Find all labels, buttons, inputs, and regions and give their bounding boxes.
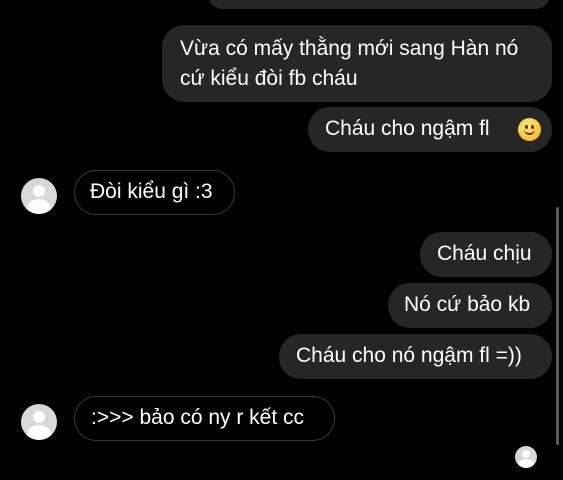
message-text: Cháu cho ngậm fl: [325, 117, 490, 140]
seen-avatar-icon: [515, 446, 537, 468]
message-text: Nó cứ bảo kb: [404, 293, 531, 316]
previous-message-bubble[interactable]: [208, 0, 550, 9]
default-avatar-icon: [33, 185, 45, 197]
message-bubble-outgoing[interactable]: Nó cứ bảo kb: [388, 283, 552, 328]
contact-avatar[interactable]: [21, 178, 57, 214]
default-avatar-icon: [33, 411, 45, 423]
message-bubble-incoming[interactable]: :>>> bảo có ny r kết cc: [74, 396, 335, 441]
message-text: :>>> bảo có ny r kết cc: [91, 406, 305, 429]
message-text: Cháu chịu: [437, 242, 532, 265]
message-bubble-incoming[interactable]: Đòi kiểu gì :3: [74, 170, 235, 215]
slightly-smiling-face-icon: [518, 118, 541, 141]
message-bubble-outgoing[interactable]: Cháu cho ngậm fl: [308, 107, 552, 152]
message-text: Vừa có mấy thằng mới sang Hàn nó: [180, 37, 519, 60]
contact-avatar[interactable]: [21, 404, 57, 440]
message-text: cứ kiểu đòi fb cháu: [180, 67, 358, 90]
message-bubble-outgoing[interactable]: Cháu cho nó ngậm fl =)): [279, 334, 552, 379]
message-bubble-outgoing[interactable]: Cháu chịu: [420, 232, 552, 277]
scrollbar[interactable]: [556, 207, 559, 445]
message-text: Đòi kiểu gì :3: [90, 180, 213, 203]
message-text: Cháu cho nó ngậm fl =)): [296, 344, 522, 367]
message-bubble-outgoing[interactable]: Vừa có mấy thằng mới sang Hàn nó cứ kiểu…: [162, 25, 552, 102]
